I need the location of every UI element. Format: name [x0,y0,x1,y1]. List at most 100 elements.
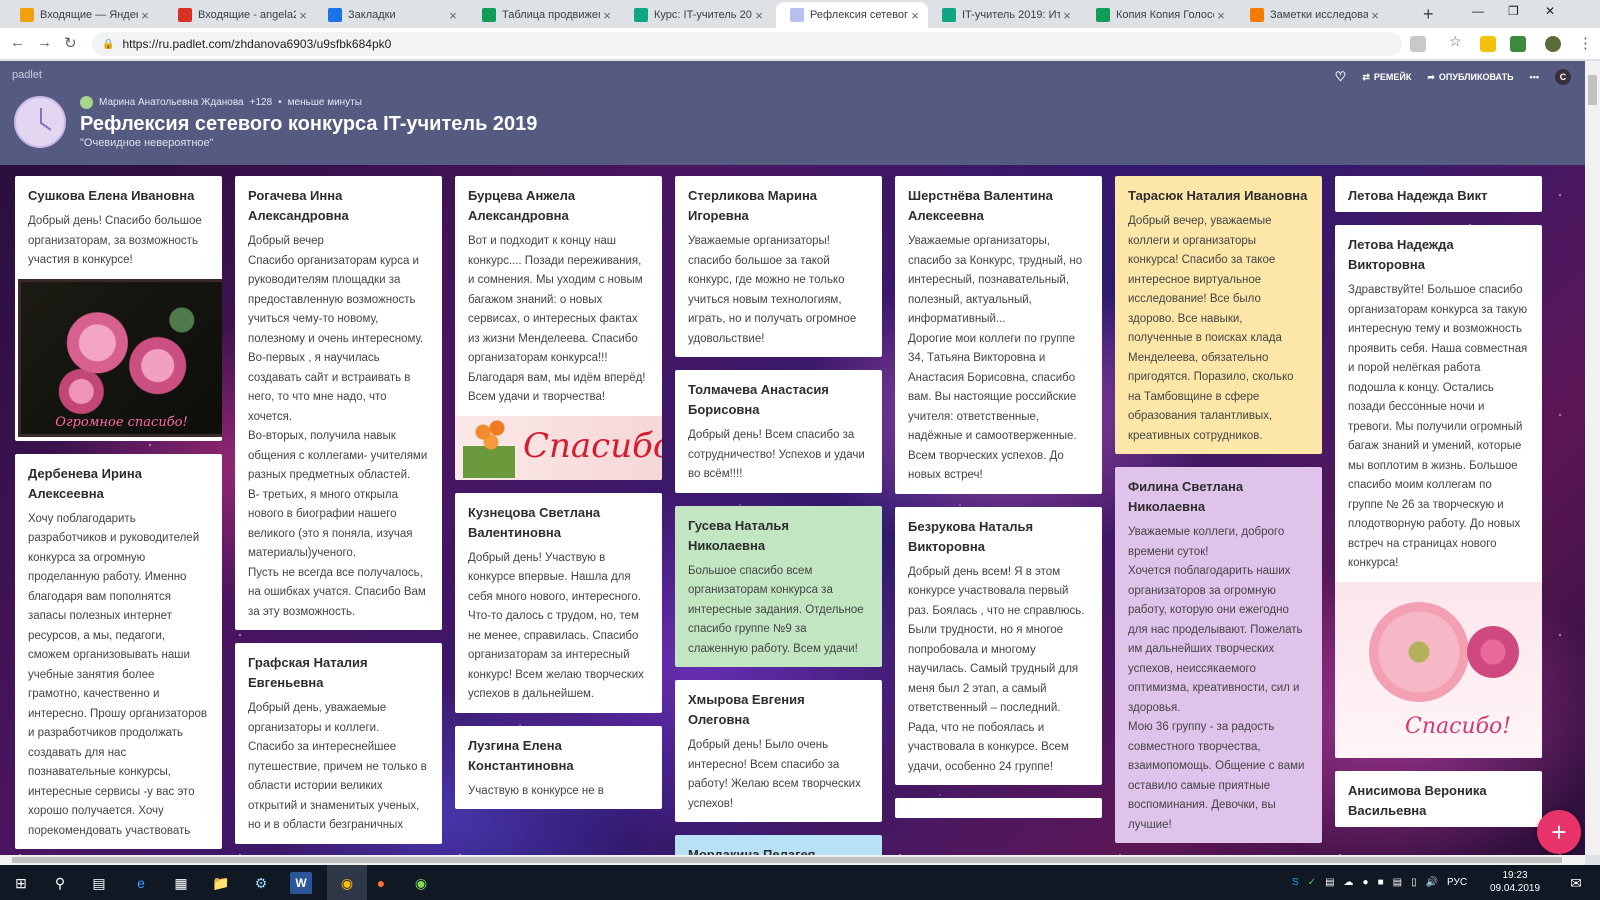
skype-icon[interactable]: S [1292,877,1299,888]
padlet-board[interactable]: Сушкова Елена Ивановна Добрый день! Спаси… [0,165,1585,855]
post-title: Хмырова Евгения Олеговна [688,692,805,727]
post-card[interactable]: Хмырова Евгения Олеговна Добрый день! Был… [675,680,882,822]
forward-arrow-icon[interactable]: → [37,34,52,51]
close-tab-icon[interactable]: × [600,8,614,23]
chrome-menu-icon[interactable]: ⋮ [1578,34,1593,52]
close-tab-icon[interactable]: × [1368,8,1382,23]
post-card[interactable]: Толмачева Анастасия Борисовна Добрый день… [675,370,882,493]
tulip-bouquet [463,417,515,478]
extension-badge-icon[interactable] [1510,36,1526,52]
minimize-window-button[interactable]: — [1472,4,1484,18]
close-tab-icon[interactable]: × [138,8,152,23]
post-card[interactable]: Тарасюк Наталия Ивановна Добрый вечер, ув… [1115,176,1322,454]
user-avatar[interactable]: С [1555,69,1571,85]
add-post-button[interactable]: + [1537,810,1581,854]
extension-icon[interactable] [1480,36,1496,52]
more-options-button[interactable]: ••• [1530,72,1539,82]
reload-icon[interactable]: ↻ [64,34,77,52]
post-card[interactable]: Шерстнёва Валентина Алексеевна Уважаемые … [895,176,1102,494]
publish-button[interactable]: ➦ ОПУБЛИКОВАТЬ [1427,72,1513,83]
post-card[interactable]: Безрукова Наталья Викторовна Добрый день … [895,506,1102,785]
horizontal-scrollbar[interactable] [0,855,1585,865]
tray-app-icon[interactable]: ■ [1378,877,1384,888]
close-tab-icon[interactable]: × [296,8,310,23]
like-button[interactable]: ♡ [1335,69,1347,85]
roses-image[interactable]: Огромное спасибо! [18,278,222,437]
post-body: Вот и подходит к концу наш конкурс.... П… [468,235,646,403]
battery-icon[interactable]: ▯ [1411,877,1417,888]
close-tab-icon[interactable]: × [446,8,460,23]
author-name[interactable]: Марина Анатольевна Жданова [99,97,244,108]
browser-tab[interactable]: Курс: IT-учитель 2019× [620,2,772,28]
task-view-icon[interactable]: ▤ [88,872,110,894]
browser-tab[interactable]: Рефлексия сетевого к× [776,2,928,28]
post-card[interactable]: Рогачева Инна Александровна Добрый вечер … [235,176,442,630]
search-icon[interactable]: ⚲ [49,872,71,894]
tray-app-icon[interactable]: ▤ [1325,877,1334,888]
address-bar[interactable]: 🔒 https://ru.padlet.com/zhdanova6903/u9s… [92,32,1402,56]
translate-icon[interactable] [1410,36,1426,52]
tab-label: Заметки исследовате [1270,9,1368,21]
firefox-icon[interactable]: ● [370,872,392,894]
browser-tab[interactable]: Входящие - angela201× [164,2,316,28]
scrollbar-thumb[interactable] [1588,75,1597,105]
post-card[interactable]: Гусева Наталья Николаевна Большое спасибо… [675,505,882,667]
post-title [895,798,1102,814]
browser-tab[interactable]: Входящие — Яндекс.П× [6,2,158,28]
security-icon[interactable]: ✓ [1308,877,1316,888]
close-window-button[interactable]: ✕ [1545,4,1555,18]
post-card[interactable]: Стерликова Марина Игоревна Уважаемые орга… [675,176,882,357]
post-card[interactable]: Летова Надежда Викторовна Здравствуйте! Б… [1335,225,1542,758]
karma-count: +128 [249,97,273,108]
browser-tab[interactable]: IT-учитель 2019: Итог× [928,2,1080,28]
media-icon[interactable]: ◉ [410,872,432,894]
cloud-icon[interactable]: ☁ [1344,877,1354,888]
post-card[interactable]: Графская Наталия Евгеньевна Добрый день, … [235,643,442,844]
restore-window-button[interactable]: ❐ [1508,4,1519,18]
post-body: Добрый день, уважаемые организаторы и ко… [248,702,427,831]
word-icon[interactable]: W [290,872,312,894]
network-icon[interactable]: ▤ [1393,877,1402,888]
new-tab-button[interactable]: + [1423,4,1434,25]
browser-tab[interactable]: Таблица продвижени × [468,2,620,28]
post-title: Рогачева Инна Александровна [248,188,349,223]
notification-icon[interactable]: ✉ [1565,872,1587,894]
post-card[interactable]: Филина Светлана Николаевна Уважаемые колл… [1115,467,1322,843]
tulips-image[interactable]: Спасибо [455,415,662,480]
vertical-scrollbar[interactable] [1585,61,1600,855]
post-card[interactable] [895,798,1102,818]
taskbar-clock[interactable]: 19:23 09.04.2019 [1490,869,1540,895]
post-card[interactable]: Сушкова Елена Ивановна Добрый день! Спаси… [15,176,222,441]
tray-app-icon[interactable]: ● [1363,877,1369,888]
browser-tab[interactable]: Заметки исследовате× [1236,2,1388,28]
file-explorer-icon[interactable]: 📁 [210,872,232,894]
padlet-logo[interactable]: padlet [12,69,42,81]
board-column: Стерликова Марина Игоревна Уважаемые орга… [675,176,882,855]
windows-start-icon[interactable]: ⊞ [10,872,32,894]
back-arrow-icon[interactable]: ← [10,34,25,51]
post-card[interactable]: Бурцева Анжела Александровна Вот и подход… [455,176,662,480]
speaker-icon[interactable]: 🔊 [1426,877,1438,888]
post-card[interactable]: Мордакина Пелагея [675,835,882,855]
browser-tab[interactable]: Закладки × [314,2,466,28]
bookmark-star-icon[interactable]: ☆ [1449,33,1465,49]
remake-button[interactable]: ⇄ РЕМЕЙК [1362,72,1411,83]
post-card[interactable]: Анисимова Вероника Васильевна [1335,770,1542,827]
close-tab-icon[interactable]: × [1214,8,1228,23]
app-icon[interactable]: ⚙ [250,872,272,894]
calculator-icon[interactable]: ▦ [170,872,192,894]
language-indicator[interactable]: РУС [1447,877,1467,888]
close-tab-icon[interactable]: × [908,8,922,23]
post-card[interactable]: Летова Надежда Викт [1335,176,1542,212]
gerbera-image[interactable]: Спасибо! [1335,581,1542,758]
post-card[interactable]: Лузгина Елена Константиновна Участвую в к… [455,725,662,809]
profile-avatar[interactable] [1545,36,1561,52]
edge-browser-icon[interactable]: e [130,872,152,894]
close-tab-icon[interactable]: × [752,8,766,23]
post-card[interactable]: Дербенева Ирина Алексеевна Хочу поблагода… [15,453,222,849]
close-tab-icon[interactable]: × [1060,8,1074,23]
chrome-icon[interactable]: ◉ [336,872,358,894]
post-card[interactable]: Кузнецова Светлана Валентиновна Добрый де… [455,492,662,713]
scrollbar-thumb[interactable] [12,857,1562,863]
browser-tab[interactable]: Копия Копия Голосов × [1082,2,1234,28]
